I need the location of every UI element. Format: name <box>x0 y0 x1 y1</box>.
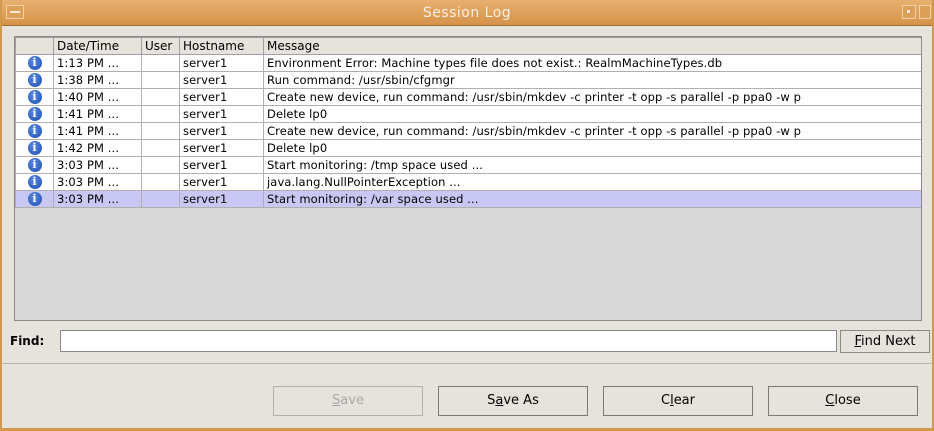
info-icon: i <box>27 56 42 71</box>
user-cell <box>141 173 180 191</box>
message-cell: Run command: /usr/sbin/cfgmgr <box>263 71 921 89</box>
table-row[interactable]: i 1:13 PM ... server1 Environment Error: Ma… <box>15 54 921 72</box>
column-header-datetime[interactable]: Date/Time <box>53 37 142 55</box>
hostname-cell: server1 <box>179 122 264 140</box>
find-bar: Find: Find Next <box>10 327 930 355</box>
table-row[interactable]: i 1:38 PM ... server1 Run command: /usr/sbi… <box>15 71 921 89</box>
row-icon-cell: i <box>15 173 54 191</box>
datetime-cell: 1:38 PM ... <box>53 71 142 89</box>
user-cell <box>141 156 180 174</box>
info-icon: i <box>27 107 42 122</box>
table-row[interactable]: i 1:40 PM ... server1 Create new device, ru… <box>15 88 921 106</box>
user-cell <box>141 105 180 123</box>
row-icon-cell: i <box>15 105 54 123</box>
save-button[interactable]: Save <box>273 386 423 416</box>
row-icon-cell: i <box>15 54 54 72</box>
hostname-cell: server1 <box>179 156 264 174</box>
message-cell: Start monitoring: /tmp space used ... <box>263 156 921 174</box>
session-log-window: Session Log Date/Time User Hostname Mess… <box>0 0 934 431</box>
hostname-cell: server1 <box>179 105 264 123</box>
hostname-cell: server1 <box>179 173 264 191</box>
column-header-user[interactable]: User <box>141 37 180 55</box>
minimize-button[interactable] <box>902 5 916 19</box>
info-icon: i <box>27 124 42 139</box>
table-row[interactable]: i 3:03 PM ... server1 Start monitoring: /va… <box>15 190 921 208</box>
table-row[interactable]: i 3:03 PM ... server1 Start monitoring: /tm… <box>15 156 921 174</box>
table-row[interactable]: i 1:42 PM ... server1 Delete lp0 <box>15 139 921 157</box>
row-icon-cell: i <box>15 122 54 140</box>
save-as-label-b: ve As <box>503 393 539 408</box>
hostname-cell: server1 <box>179 71 264 89</box>
clear-button[interactable]: Clear <box>603 386 753 416</box>
datetime-cell: 1:41 PM ... <box>53 105 142 123</box>
message-cell: Delete lp0 <box>263 105 921 123</box>
row-icon-cell: i <box>15 156 54 174</box>
datetime-cell: 3:03 PM ... <box>53 173 142 191</box>
info-icon: i <box>27 141 42 156</box>
hostname-cell: server1 <box>179 139 264 157</box>
maximize-button[interactable] <box>919 5 931 19</box>
datetime-cell: 1:13 PM ... <box>53 54 142 72</box>
info-icon: i <box>27 192 42 207</box>
hostname-cell: server1 <box>179 88 264 106</box>
table-row[interactable]: i 1:41 PM ... server1 Create new device, ru… <box>15 122 921 140</box>
close-button[interactable]: Close <box>768 386 918 416</box>
save-label-rest: ave <box>340 393 364 408</box>
datetime-cell: 3:03 PM ... <box>53 190 142 208</box>
datetime-cell: 1:42 PM ... <box>53 139 142 157</box>
log-table: Date/Time User Hostname Message i 1:13 PM… <box>15 37 921 208</box>
hostname-cell: server1 <box>179 54 264 72</box>
message-cell: Create new device, run command: /usr/sbi… <box>263 88 921 106</box>
close-label-rest: lose <box>834 393 861 408</box>
info-icon: i <box>27 90 42 105</box>
table-header-row: Date/Time User Hostname Message <box>15 37 921 55</box>
find-label: Find: <box>10 334 45 348</box>
info-icon: i <box>27 73 42 88</box>
user-cell <box>141 88 180 106</box>
row-icon-cell: i <box>15 139 54 157</box>
find-next-button[interactable]: Find Next <box>840 330 930 353</box>
row-icon-cell: i <box>15 88 54 106</box>
find-input[interactable] <box>60 330 837 352</box>
column-header-icon[interactable] <box>15 37 54 55</box>
info-icon: i <box>27 158 42 173</box>
user-cell <box>141 190 180 208</box>
user-cell <box>141 122 180 140</box>
message-cell: Create new device, run command: /usr/sbi… <box>263 122 921 140</box>
find-next-label-rest: ind Next <box>861 334 916 349</box>
message-cell: Delete lp0 <box>263 139 921 157</box>
row-icon-cell: i <box>15 190 54 208</box>
datetime-cell: 1:40 PM ... <box>53 88 142 106</box>
message-cell: Environment Error: Machine types file do… <box>263 54 921 72</box>
message-cell: java.lang.NullPointerException ... <box>263 173 921 191</box>
row-icon-cell: i <box>15 71 54 89</box>
datetime-cell: 3:03 PM ... <box>53 156 142 174</box>
clear-label-a: C <box>660 393 671 408</box>
user-cell <box>141 139 180 157</box>
datetime-cell: 1:41 PM ... <box>53 122 142 140</box>
hostname-cell: server1 <box>179 190 264 208</box>
title-bar[interactable]: Session Log <box>2 0 932 26</box>
close-mnemonic: C <box>825 393 835 408</box>
separator <box>2 363 932 364</box>
log-table-container[interactable]: Date/Time User Hostname Message i 1:13 PM… <box>14 36 922 321</box>
user-cell <box>141 71 180 89</box>
save-as-button[interactable]: Save As <box>438 386 588 416</box>
table-row[interactable]: i 3:03 PM ... server1 java.lang.NullPointer… <box>15 173 921 191</box>
message-cell: Start monitoring: /var space used ... <box>263 190 921 208</box>
window-title: Session Log <box>422 5 512 21</box>
table-row[interactable]: i 1:41 PM ... server1 Delete lp0 <box>15 105 921 123</box>
column-header-message[interactable]: Message <box>263 37 921 55</box>
column-header-hostname[interactable]: Hostname <box>179 37 264 55</box>
info-icon: i <box>27 175 42 190</box>
clear-label-b: ear <box>673 393 695 408</box>
user-cell <box>141 54 180 72</box>
